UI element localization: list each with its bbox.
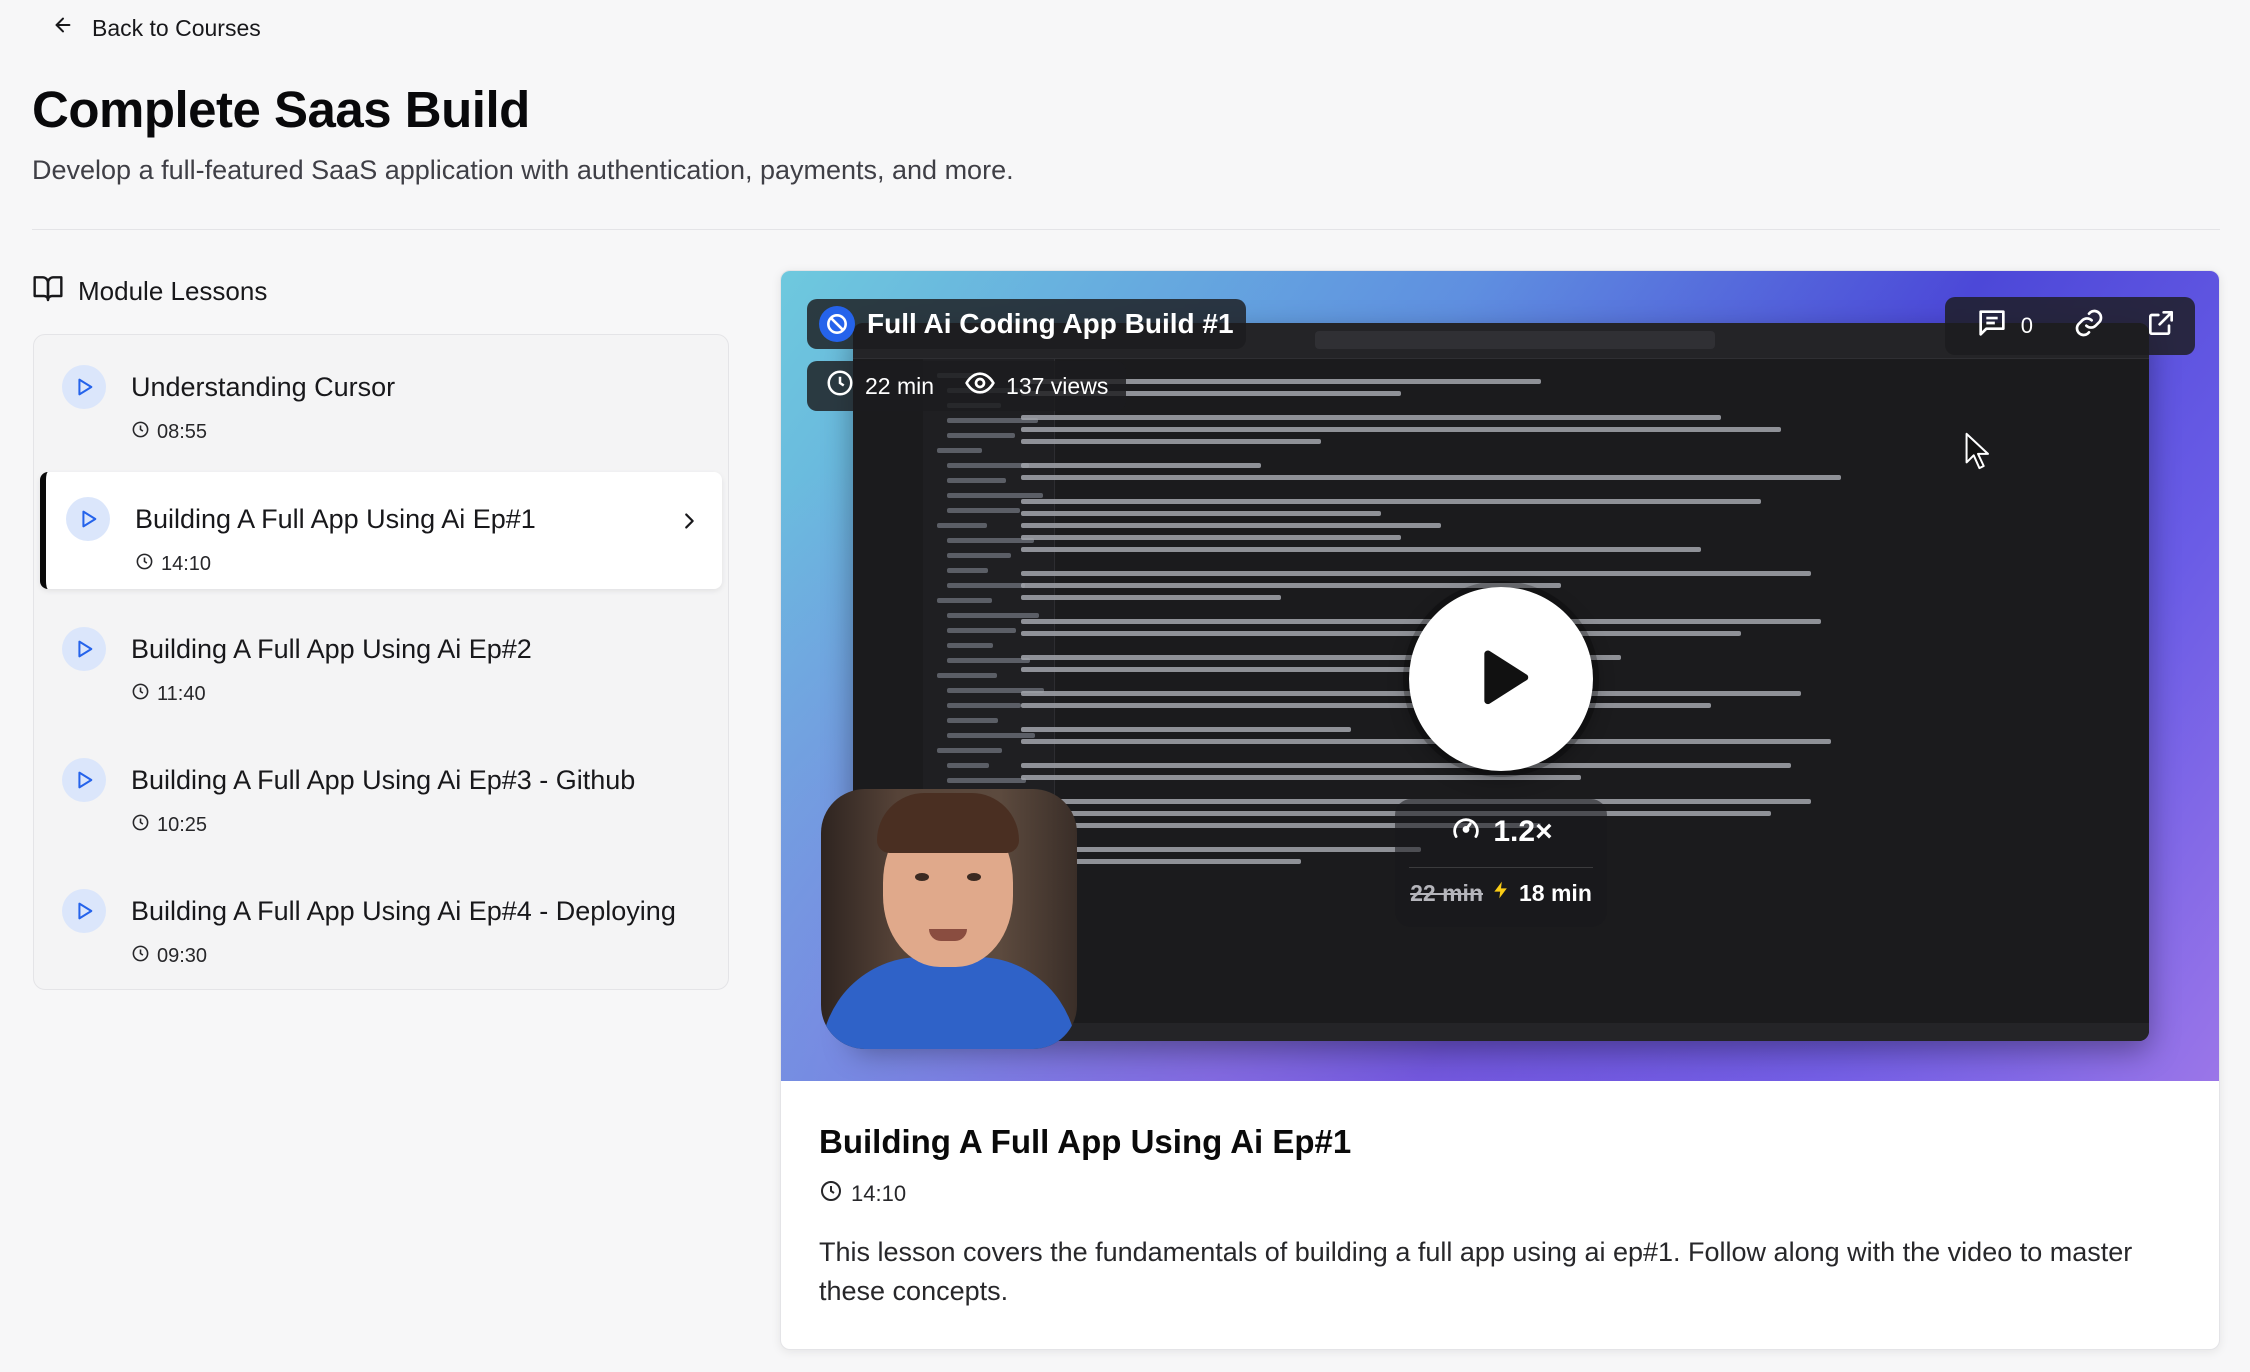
back-label: Back to Courses (92, 14, 261, 41)
lesson-title: Building A Full App Using Ai Ep#2 (131, 634, 532, 664)
message-icon (1975, 306, 2009, 346)
clock-icon (819, 1179, 843, 1209)
lesson-card: Full Ai Coding App Build #1 22 min 137 v… (780, 270, 2220, 1350)
clock-icon (131, 682, 150, 707)
play-icon (66, 497, 110, 541)
lesson-item[interactable]: Building A Full App Using Ai Ep#4 - Depl… (40, 864, 722, 981)
video-play-button[interactable] (1409, 587, 1593, 771)
module-heading-label: Module Lessons (78, 276, 268, 306)
speed-value: 1.2× (1493, 815, 1553, 848)
clock-icon (131, 944, 150, 969)
original-duration: 22 min (1410, 879, 1483, 906)
link-icon (2073, 307, 2105, 345)
lesson-title: Building A Full App Using Ai Ep#1 (135, 504, 536, 534)
play-icon (1484, 650, 1529, 705)
lesson-duration: 08:55 (131, 420, 207, 445)
comments-button[interactable]: 0 (1975, 306, 2033, 346)
chevron-right-icon (678, 510, 700, 537)
lesson-title: Understanding Cursor (131, 372, 396, 402)
play-icon (62, 758, 106, 802)
copy-link-button[interactable] (2073, 307, 2105, 345)
open-external-button[interactable] (2145, 307, 2177, 345)
playback-speed-badge[interactable]: 1.2× 22 min 18 min (1395, 799, 1607, 927)
fast-duration: 18 min (1519, 879, 1592, 906)
presenter-webcam (821, 789, 1077, 1049)
video-length: 22 min (865, 372, 935, 399)
lesson-detail-description: This lesson covers the fundamentals of b… (819, 1237, 2133, 1306)
video-views: 137 views (1006, 372, 1109, 399)
eye-icon (964, 367, 996, 405)
lesson-item[interactable]: Understanding Cursor 08:55 (40, 340, 722, 457)
lesson-title: Building A Full App Using Ai Ep#4 - Depl… (131, 896, 676, 926)
lesson-detail-duration: 14:10 (819, 1179, 906, 1209)
clock-icon (131, 420, 150, 445)
play-icon (62, 889, 106, 933)
clock-icon (135, 552, 154, 577)
video-player[interactable]: Full Ai Coding App Build #1 22 min 137 v… (781, 271, 2219, 1081)
page-title: Complete Saas Build (32, 81, 530, 138)
module-lessons-heading: Module Lessons (32, 272, 267, 311)
lesson-detail-title: Building A Full App Using Ai Ep#1 (819, 1123, 1352, 1160)
video-title: Full Ai Coding App Build #1 (867, 308, 1234, 339)
video-actions-pill: 0 (1944, 297, 2195, 355)
lesson-item[interactable]: Building A Full App Using Ai Ep#2 11:40 (40, 602, 722, 719)
comment-count: 0 (2020, 313, 2033, 338)
lesson-item[interactable]: Building A Full App Using Ai Ep#3 - Gith… (40, 733, 722, 850)
page-subtitle: Develop a full-featured SaaS application… (32, 155, 1014, 185)
play-icon (62, 627, 106, 671)
mouse-cursor-icon (1963, 431, 1993, 476)
arrow-left-icon (52, 14, 74, 42)
lesson-item-active[interactable]: Building A Full App Using Ai Ep#1 14:10 (40, 472, 722, 589)
header-divider (32, 229, 2220, 230)
video-title-pill: Full Ai Coding App Build #1 (807, 299, 1246, 349)
clock-icon (131, 813, 150, 838)
book-open-icon (32, 272, 64, 311)
speed-gauge-icon (1449, 811, 1483, 853)
lesson-list: Understanding Cursor 08:55 Building A Fu… (33, 334, 729, 990)
brand-logo-icon (819, 306, 855, 342)
lesson-duration: 09:30 (131, 944, 207, 969)
back-to-courses-link[interactable]: Back to Courses (52, 12, 261, 44)
external-link-icon (2145, 307, 2177, 345)
clock-icon (825, 368, 855, 404)
lesson-title: Building A Full App Using Ai Ep#3 - Gith… (131, 765, 636, 795)
lesson-duration: 14:10 (135, 552, 211, 577)
lesson-duration: 11:40 (131, 682, 206, 707)
lesson-duration: 10:25 (131, 813, 207, 838)
lightning-icon (1491, 879, 1511, 907)
play-icon (62, 365, 106, 409)
video-meta-pill: 22 min 137 views (807, 361, 1127, 411)
